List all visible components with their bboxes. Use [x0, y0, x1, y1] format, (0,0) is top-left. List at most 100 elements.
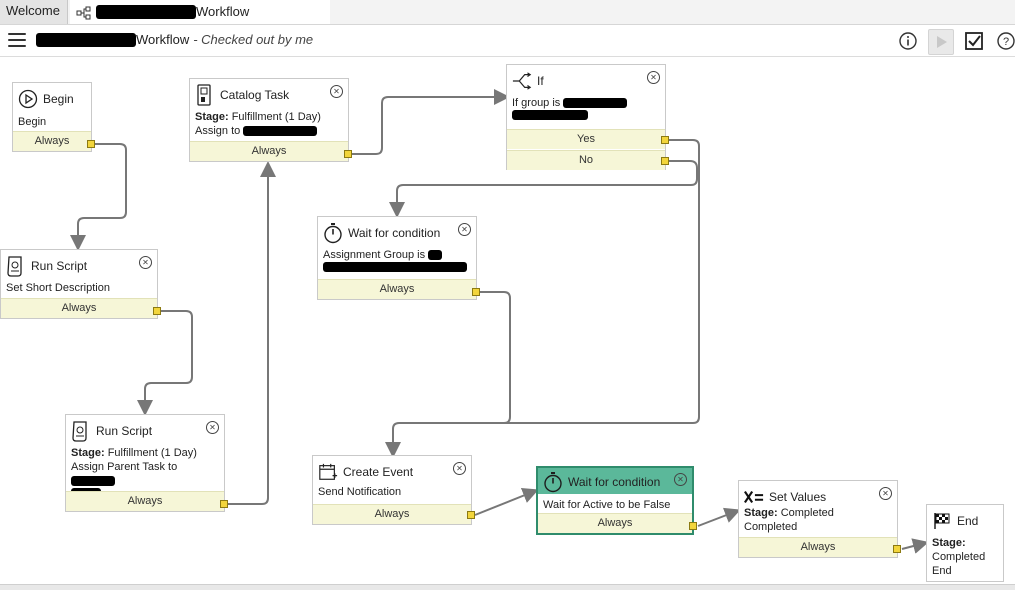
- redacted-text: [36, 32, 136, 47]
- connector-setvalues-end: [901, 538, 929, 554]
- close-icon[interactable]: ✕: [458, 223, 471, 236]
- output-port[interactable]: [87, 140, 95, 148]
- output-port-no[interactable]: [661, 157, 669, 165]
- output-port-yes[interactable]: [661, 136, 669, 144]
- node-header: Run Script: [71, 421, 152, 442]
- close-icon[interactable]: ✕: [879, 487, 892, 500]
- checkered-flag-icon: [932, 511, 952, 531]
- output-port[interactable]: [689, 522, 697, 530]
- info-button[interactable]: [896, 29, 920, 53]
- assign-label: Assign to: [195, 125, 241, 137]
- node-run-script-short-description[interactable]: Run Script ✕ Set Short Description Alway…: [0, 249, 158, 319]
- stage-label: Stage:: [932, 537, 966, 549]
- menu-icon[interactable]: [8, 33, 26, 47]
- close-icon[interactable]: ✕: [453, 462, 466, 475]
- workflow-header: Workflow - Checked out by me ?: [0, 25, 1015, 57]
- node-body: If group is: [512, 96, 628, 124]
- node-if[interactable]: If ✕ If group is Yes No: [506, 64, 666, 170]
- node-title: If: [537, 74, 544, 88]
- branch-yes: Yes: [507, 129, 665, 149]
- node-title: Set Values: [769, 490, 827, 504]
- stage-label: Stage:: [744, 507, 778, 519]
- node-body: Wait for Active to be False: [543, 499, 671, 511]
- node-body: Assignment Group is: [323, 248, 467, 276]
- node-end[interactable]: End Stage: Completed End: [926, 504, 1004, 582]
- page-title: Workflow - Checked out by me: [36, 32, 313, 47]
- stage-label: Stage:: [195, 111, 229, 123]
- connector-catalog-if: [352, 89, 510, 155]
- script-icon: [6, 256, 26, 277]
- stage-label: Stage:: [71, 447, 105, 459]
- node-body: Stage: Completed Completed: [744, 506, 834, 534]
- tab-workflow[interactable]: Workflow: [70, 0, 330, 24]
- validate-button[interactable]: [962, 29, 986, 53]
- node-wait-for-condition[interactable]: Wait for condition ✕ Assignment Group is…: [317, 216, 477, 300]
- workflow-icon: [76, 5, 92, 20]
- set-values-icon: [744, 487, 764, 507]
- info-icon: [899, 32, 917, 50]
- node-footer: Always: [1, 298, 157, 318]
- output-port[interactable]: [344, 150, 352, 158]
- play-icon: [937, 36, 947, 48]
- node-begin[interactable]: Begin Begin Always: [12, 82, 92, 152]
- checkout-status: - Checked out by me: [193, 32, 314, 47]
- node-title: Begin: [43, 92, 74, 106]
- node-header: Run Script: [6, 256, 87, 277]
- close-icon[interactable]: ✕: [674, 473, 687, 486]
- node-description: End: [932, 565, 952, 577]
- stage-value: Fulfillment (1 Day): [107, 447, 197, 459]
- stage-value: Completed: [780, 507, 834, 519]
- svg-text:?: ?: [1003, 36, 1009, 48]
- stage-value: Completed: [932, 551, 986, 563]
- node-footer: Always: [538, 513, 692, 533]
- node-header: Catalog Task: [195, 84, 289, 106]
- node-title: Create Event: [343, 465, 414, 479]
- help-button[interactable]: ?: [994, 29, 1015, 53]
- node-wait-for-active[interactable]: Wait for condition ✕ Wait for Active to …: [536, 466, 694, 535]
- tab-bar: Welcome Workflow: [0, 0, 1015, 25]
- close-icon[interactable]: ✕: [139, 256, 152, 269]
- node-catalog-task[interactable]: Catalog Task ✕ Stage: Fulfillment (1 Day…: [189, 78, 349, 162]
- horizontal-scrollbar[interactable]: [0, 584, 1015, 590]
- connector-wait-create: [399, 291, 511, 424]
- condition-text: If group is: [512, 97, 561, 109]
- assign-label: Assign Parent Task to: [71, 461, 178, 473]
- close-icon[interactable]: ✕: [647, 71, 660, 84]
- condition-text: Assignment Group is: [323, 249, 426, 261]
- close-icon[interactable]: ✕: [330, 85, 343, 98]
- node-header: Create Event: [318, 462, 413, 482]
- node-header: Begin: [18, 89, 74, 109]
- node-title: End: [957, 514, 979, 528]
- output-port[interactable]: [472, 288, 480, 296]
- node-body: Begin: [18, 116, 47, 128]
- node-body: Stage: Fulfillment (1 Day) Assign to: [195, 110, 321, 138]
- node-description: Completed: [744, 521, 798, 533]
- redacted-text: [323, 262, 467, 272]
- node-title: Wait for condition: [348, 226, 441, 240]
- run-button[interactable]: [928, 29, 954, 55]
- node-run-script-assign-parent[interactable]: Run Script ✕ Stage: Fulfillment (1 Day) …: [65, 414, 225, 512]
- output-port[interactable]: [467, 511, 475, 519]
- node-footer: Always: [66, 491, 224, 511]
- tab-welcome[interactable]: Welcome: [0, 0, 68, 24]
- node-set-values[interactable]: Set Values ✕ Stage: Completed Completed …: [738, 480, 898, 558]
- branch-icon: [512, 71, 532, 91]
- node-header: End: [932, 511, 978, 531]
- connector-runscript2-catalog: [228, 161, 276, 505]
- checkbox-icon: [965, 32, 983, 50]
- help-icon: ?: [997, 32, 1015, 50]
- node-footer: Always: [13, 131, 91, 151]
- node-header: Set Values: [744, 487, 826, 507]
- node-header: If: [512, 71, 544, 91]
- node-header: Wait for condition: [543, 472, 660, 493]
- node-body: Stage: Completed End: [932, 536, 985, 578]
- node-header: Wait for condition: [323, 223, 441, 244]
- output-port[interactable]: [220, 500, 228, 508]
- output-port[interactable]: [153, 307, 161, 315]
- close-icon[interactable]: ✕: [206, 421, 219, 434]
- output-port[interactable]: [893, 545, 901, 553]
- node-body: Set Short Description: [6, 282, 110, 294]
- node-create-event[interactable]: Create Event ✕ Send Notification Always: [312, 455, 472, 525]
- node-footer: Always: [313, 504, 471, 524]
- stage-value: Fulfillment (1 Day): [231, 111, 321, 123]
